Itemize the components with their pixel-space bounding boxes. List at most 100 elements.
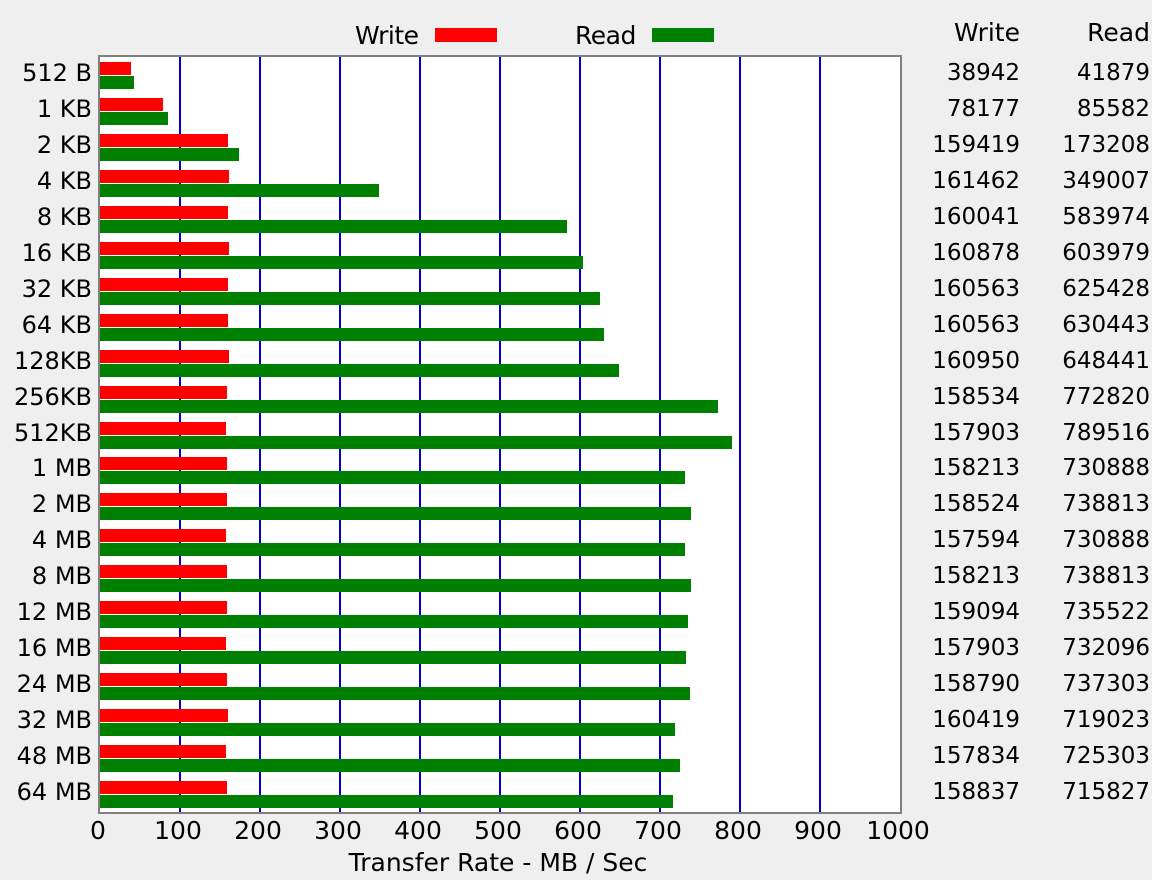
category-label: 2 KB	[36, 130, 92, 159]
value-write: 159419	[932, 131, 1020, 158]
bar-write	[100, 97, 163, 111]
bar-write	[100, 62, 132, 75]
bar-write	[100, 781, 228, 795]
category-label: 1 MB	[31, 454, 92, 483]
bar-write	[100, 133, 228, 147]
value-write: 78177	[946, 95, 1020, 122]
bar-read	[100, 219, 568, 233]
value-write: 38942	[946, 59, 1020, 86]
value-write: 157903	[932, 419, 1020, 446]
value-read: 789516	[1062, 419, 1150, 446]
value-read: 349007	[1062, 167, 1150, 194]
value-read: 735522	[1062, 599, 1150, 626]
x-tick-label: 600	[554, 816, 602, 845]
bar-write	[100, 529, 227, 543]
x-tick-label: 900	[794, 816, 842, 845]
x-tick-label: 0	[90, 816, 106, 845]
x-tick-label: 800	[714, 816, 762, 845]
category-label: 2 MB	[31, 490, 92, 519]
value-write: 158524	[932, 491, 1020, 518]
bar-write	[100, 745, 227, 759]
value-read: 715827	[1062, 779, 1150, 806]
bar-read	[100, 291, 601, 305]
bar-read	[100, 579, 692, 593]
value-write: 157594	[932, 527, 1020, 554]
bar-read	[100, 651, 686, 665]
value-write: 157834	[932, 743, 1020, 770]
bar-write	[100, 601, 228, 615]
category-label: 4 MB	[31, 526, 92, 555]
value-table-header: Write Read	[898, 18, 1152, 52]
bar-write	[100, 673, 228, 687]
value-read: 85582	[1076, 95, 1150, 122]
value-read: 738813	[1062, 491, 1150, 518]
value-write: 158213	[932, 563, 1020, 590]
value-read: 772820	[1062, 383, 1150, 410]
value-write: 160878	[932, 239, 1020, 266]
bar-read	[100, 543, 685, 557]
category-label: 24 MB	[16, 670, 92, 699]
category-label: 64 KB	[21, 310, 92, 339]
value-read: 737303	[1062, 671, 1150, 698]
category-label: 16 KB	[21, 238, 92, 267]
bar-read	[100, 759, 681, 773]
value-write: 158534	[932, 383, 1020, 410]
bar-write	[100, 493, 227, 507]
category-label: 32 KB	[21, 274, 92, 303]
bar-read	[100, 795, 673, 809]
bar-read	[100, 363, 619, 377]
value-read: 630443	[1062, 311, 1150, 338]
value-read: 730888	[1062, 527, 1150, 554]
legend-entry-write: Write	[355, 18, 497, 52]
benchmark-chart-window: { "legend": { "write_label": "Write", "r…	[0, 0, 1152, 880]
x-tick-label: 300	[314, 816, 362, 845]
legend-label-write: Write	[355, 20, 419, 50]
value-write: 158790	[932, 671, 1020, 698]
category-label: 512 B	[22, 58, 92, 87]
bar-read	[100, 615, 689, 629]
bar-read	[100, 687, 690, 701]
category-axis-labels: 512 B 1 KB 2 KB 4 KB 8 KB 16 KB 32 KB 64 KB 128K…	[0, 55, 92, 810]
x-tick-label: 1000	[866, 816, 930, 845]
category-label: 512KB	[13, 418, 92, 447]
category-label: 128KB	[13, 346, 92, 375]
bar-write	[100, 565, 227, 579]
bar-read	[100, 435, 732, 449]
chart-legend: Write Read	[0, 18, 898, 52]
legend-entry-read: Read	[575, 18, 714, 52]
category-label: 8 KB	[36, 202, 92, 231]
x-axis-tick-labels: 0 100 200 300 400 500 600 700 800 900 1000	[90, 816, 930, 846]
bar-write	[100, 205, 229, 219]
value-write: 160419	[932, 707, 1020, 734]
category-label: 4 KB	[36, 166, 92, 195]
category-label: 12 MB	[16, 598, 92, 627]
value-read: 603979	[1062, 239, 1150, 266]
value-write: 159094	[932, 599, 1020, 626]
bar-read	[100, 255, 584, 269]
bar-write	[100, 241, 229, 255]
value-write: 157903	[932, 635, 1020, 662]
x-tick-label: 400	[394, 816, 442, 845]
bar-read	[100, 327, 605, 341]
bar-write	[100, 277, 229, 291]
legend-label-read: Read	[575, 20, 636, 50]
column-header-write: Write	[953, 18, 1020, 47]
category-label: 64 MB	[16, 778, 92, 807]
bar-read	[100, 111, 169, 125]
category-label: 48 MB	[16, 742, 92, 771]
bar-write	[100, 457, 227, 471]
bar-read	[100, 507, 692, 521]
bar-read	[100, 183, 380, 197]
bar-write	[100, 385, 227, 399]
bar-read	[100, 76, 134, 89]
x-tick-label: 700	[634, 816, 682, 845]
category-label: 256KB	[13, 382, 92, 411]
value-write: 160041	[932, 203, 1020, 230]
value-read: 648441	[1062, 347, 1150, 374]
x-tick-label: 500	[474, 816, 522, 845]
value-write: 158837	[932, 779, 1020, 806]
category-label: 32 MB	[16, 706, 92, 735]
category-label: 8 MB	[31, 562, 92, 591]
value-write: 158213	[932, 455, 1020, 482]
plot-area	[98, 55, 902, 814]
